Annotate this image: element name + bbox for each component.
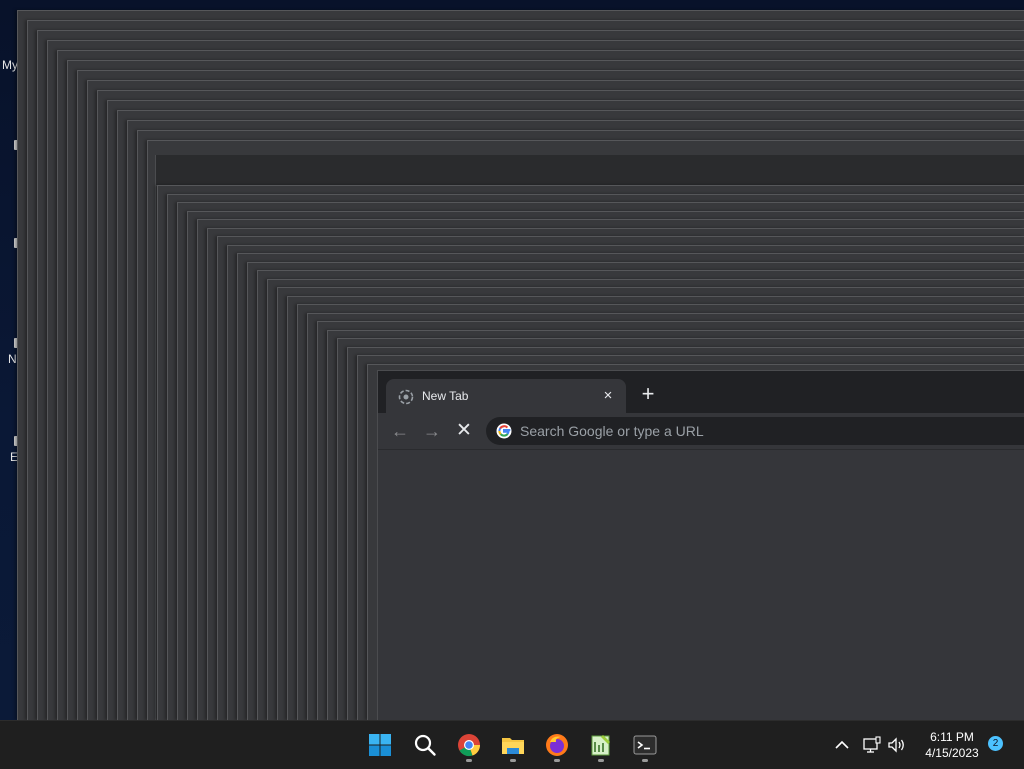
clock[interactable]: 6:11 PM 4/15/2023 <box>918 729 986 761</box>
chrome-icon <box>458 734 481 757</box>
firefox-icon <box>546 734 568 756</box>
running-indicator <box>510 759 516 762</box>
stop-loading-icon[interactable]: ✕ <box>452 419 476 443</box>
browser-toolbar: ← → ✕ Search Google or type a URL <box>378 413 1024 450</box>
back-arrow-icon[interactable]: ← <box>388 419 412 443</box>
taskbar-terminal[interactable] <box>627 727 663 763</box>
notification-badge[interactable]: 2 <box>988 736 1003 751</box>
new-tab-button[interactable]: + <box>636 383 660 407</box>
show-hidden-icons-chevron-icon[interactable] <box>832 735 852 755</box>
google-icon <box>496 423 512 439</box>
clock-time: 6:11 PM <box>930 730 974 744</box>
desktop-icon-label: My <box>2 58 18 72</box>
taskbar-firefox[interactable] <box>539 727 575 763</box>
running-indicator <box>554 759 560 762</box>
running-indicator <box>642 759 648 762</box>
windows-logo-icon <box>369 734 391 756</box>
chrome-window: New Tab × + ← → ✕ Search Google or type … <box>377 370 1024 720</box>
taskbar-notepad[interactable] <box>583 727 619 763</box>
tab-new-tab[interactable]: New Tab × <box>386 379 626 413</box>
tab-strip: New Tab × + <box>378 371 1024 413</box>
clock-date: 4/15/2023 <box>925 746 979 760</box>
running-indicator <box>598 759 604 762</box>
taskbar-chrome[interactable] <box>451 727 487 763</box>
file-explorer-icon <box>502 738 524 754</box>
taskbar-file-explorer[interactable] <box>495 727 531 763</box>
desktop: My N E New Tab × + ← → ✕ Search Google o… <box>0 0 1024 720</box>
notepad-icon <box>591 735 610 756</box>
terminal-icon <box>633 735 657 755</box>
loading-favicon-icon <box>398 389 414 405</box>
taskbar: 6:11 PM 4/15/2023 <box>0 720 1024 769</box>
running-indicator <box>466 759 472 762</box>
network-icon[interactable] <box>862 735 882 755</box>
page-content-area <box>378 450 1024 720</box>
volume-icon[interactable] <box>887 735 907 755</box>
taskbar-search-button[interactable] <box>407 727 443 763</box>
window-title-bar <box>156 155 1024 186</box>
search-icon <box>414 734 436 756</box>
forward-arrow-icon[interactable]: → <box>420 419 444 443</box>
start-button[interactable] <box>362 727 398 763</box>
omnibox-search-input[interactable]: Search Google or type a URL <box>486 417 1024 445</box>
close-tab-icon[interactable]: × <box>598 386 618 406</box>
tab-title: New Tab <box>422 389 469 403</box>
omnibox-placeholder: Search Google or type a URL <box>520 423 704 439</box>
